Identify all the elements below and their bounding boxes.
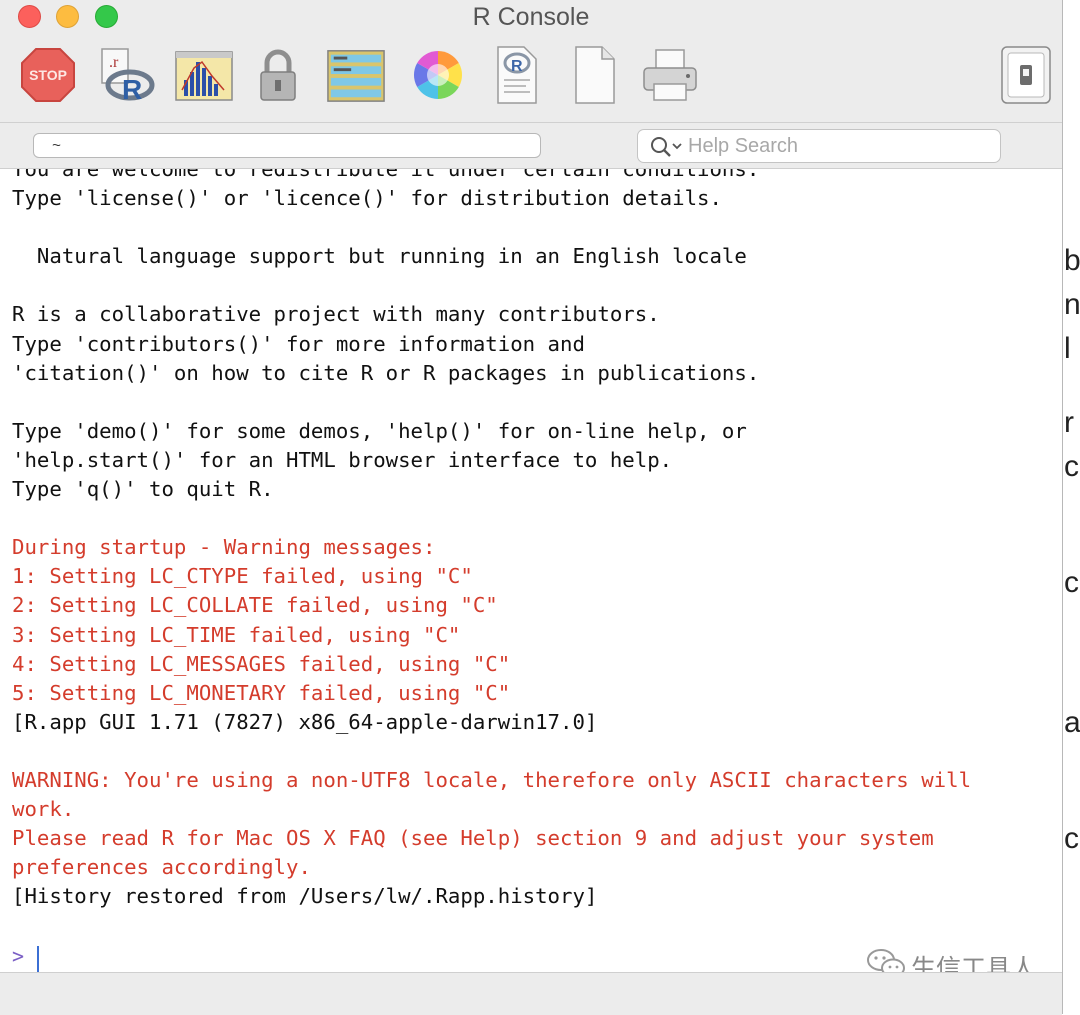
background-char: n — [1064, 288, 1080, 321]
svg-text:.r: .r — [109, 54, 119, 71]
console-line: 5: Setting LC_MONETARY failed, using "C" — [12, 680, 511, 705]
console-line: 'citation()' on how to cite R or R packa… — [12, 360, 760, 385]
color-picker-button[interactable] — [408, 44, 468, 106]
svg-text:R: R — [511, 58, 523, 75]
console-line: Type 'q()' to quit R. — [12, 477, 274, 502]
watermark-text: 生信工具人 — [911, 955, 1037, 973]
workspace-browser-icon — [327, 50, 385, 102]
path-bar: ~ Help Search — [0, 122, 1062, 169]
console-line: [History restored from /Users/lw/.Rapp.h… — [12, 884, 598, 909]
lock-icon — [260, 49, 296, 101]
status-bar — [0, 972, 1062, 1015]
console-prompt: > — [12, 944, 25, 968]
console-line: [R.app GUI 1.71 (7827) x86_64-apple-darw… — [12, 709, 598, 734]
console-line: 1: Setting LC_CTYPE failed, using "C" — [12, 564, 473, 589]
new-document-button[interactable] — [564, 44, 624, 106]
watermark: 生信工具人 — [866, 947, 1036, 973]
stop-button[interactable]: STOP — [18, 44, 78, 106]
console-line: Type 'demo()' for some demos, 'help()' f… — [12, 418, 747, 443]
color-wheel-icon — [413, 50, 463, 99]
workspace-browser-button[interactable] — [326, 44, 386, 106]
search-icon — [651, 137, 682, 157]
help-search-field[interactable]: Help Search — [637, 129, 1001, 163]
quartz-plot-icon — [175, 51, 233, 101]
console-output[interactable]: You are welcome to redistribute it under… — [0, 168, 1062, 973]
new-document-icon — [575, 46, 615, 104]
window-title: R Console — [472, 3, 590, 31]
background-char: c — [1064, 450, 1079, 483]
svg-text:R: R — [122, 74, 142, 105]
help-search-placeholder: Help Search — [688, 135, 799, 157]
background-window-edge: b n l r c c a c — [1063, 0, 1080, 1014]
source-script-button[interactable]: .r R — [96, 44, 156, 106]
text-caret — [37, 946, 39, 972]
toggle-sidebar-icon — [1001, 46, 1051, 104]
toolbar: STOP .r R R — [0, 38, 1062, 120]
r-document-button[interactable]: R — [486, 44, 546, 106]
r-document-icon: R — [497, 46, 537, 104]
console-line: Type 'contributors()' for more informati… — [12, 331, 585, 356]
print-icon — [643, 49, 697, 101]
background-char: c — [1064, 566, 1079, 599]
background-char: a — [1064, 706, 1080, 739]
console-line: Please read R for Mac OS X FAQ (see Help… — [12, 826, 934, 851]
console-lines: You are welcome to redistribute it under… — [12, 168, 972, 911]
svg-text:STOP: STOP — [29, 67, 67, 83]
console-line: You are welcome to redistribute it under… — [12, 168, 760, 181]
console-line: preferences accordingly. — [12, 855, 311, 880]
background-char: r — [1064, 406, 1074, 439]
toggle-sidebar-button[interactable] — [996, 44, 1056, 106]
background-char: l — [1064, 332, 1071, 365]
print-button[interactable] — [640, 44, 700, 106]
console-line: Type 'license()' or 'licence()' for dist… — [12, 186, 722, 211]
quartz-plot-button[interactable] — [174, 44, 234, 106]
r-console-window: R Console STOP .r R R ~ Help Search You … — [0, 0, 1063, 1015]
stop-icon: STOP — [21, 48, 75, 102]
background-char: b — [1064, 244, 1080, 277]
console-line: 2: Setting LC_COLLATE failed, using "C" — [12, 593, 498, 618]
title-bar: R Console — [0, 0, 1062, 36]
console-line: work. — [12, 797, 75, 822]
console-line: R is a collaborative project with many c… — [12, 302, 660, 327]
console-line: Natural language support but running in … — [12, 244, 747, 269]
background-char: c — [1064, 822, 1079, 855]
lock-button[interactable] — [248, 44, 308, 106]
console-line: During startup - Warning messages: — [12, 535, 436, 560]
working-directory-value: ~ — [52, 138, 62, 155]
source-script-icon: .r R — [101, 48, 155, 105]
console-line: 3: Setting LC_TIME failed, using "C" — [12, 622, 461, 647]
console-line: 4: Setting LC_MESSAGES failed, using "C" — [12, 651, 511, 676]
wechat-logo-icon — [867, 949, 905, 973]
console-line: 'help.start()' for an HTML browser inter… — [12, 447, 673, 472]
console-prompt-row[interactable]: > — [12, 944, 39, 972]
console-line: WARNING: You're using a non-UTF8 locale,… — [12, 767, 972, 792]
working-directory-field[interactable]: ~ — [33, 133, 541, 158]
